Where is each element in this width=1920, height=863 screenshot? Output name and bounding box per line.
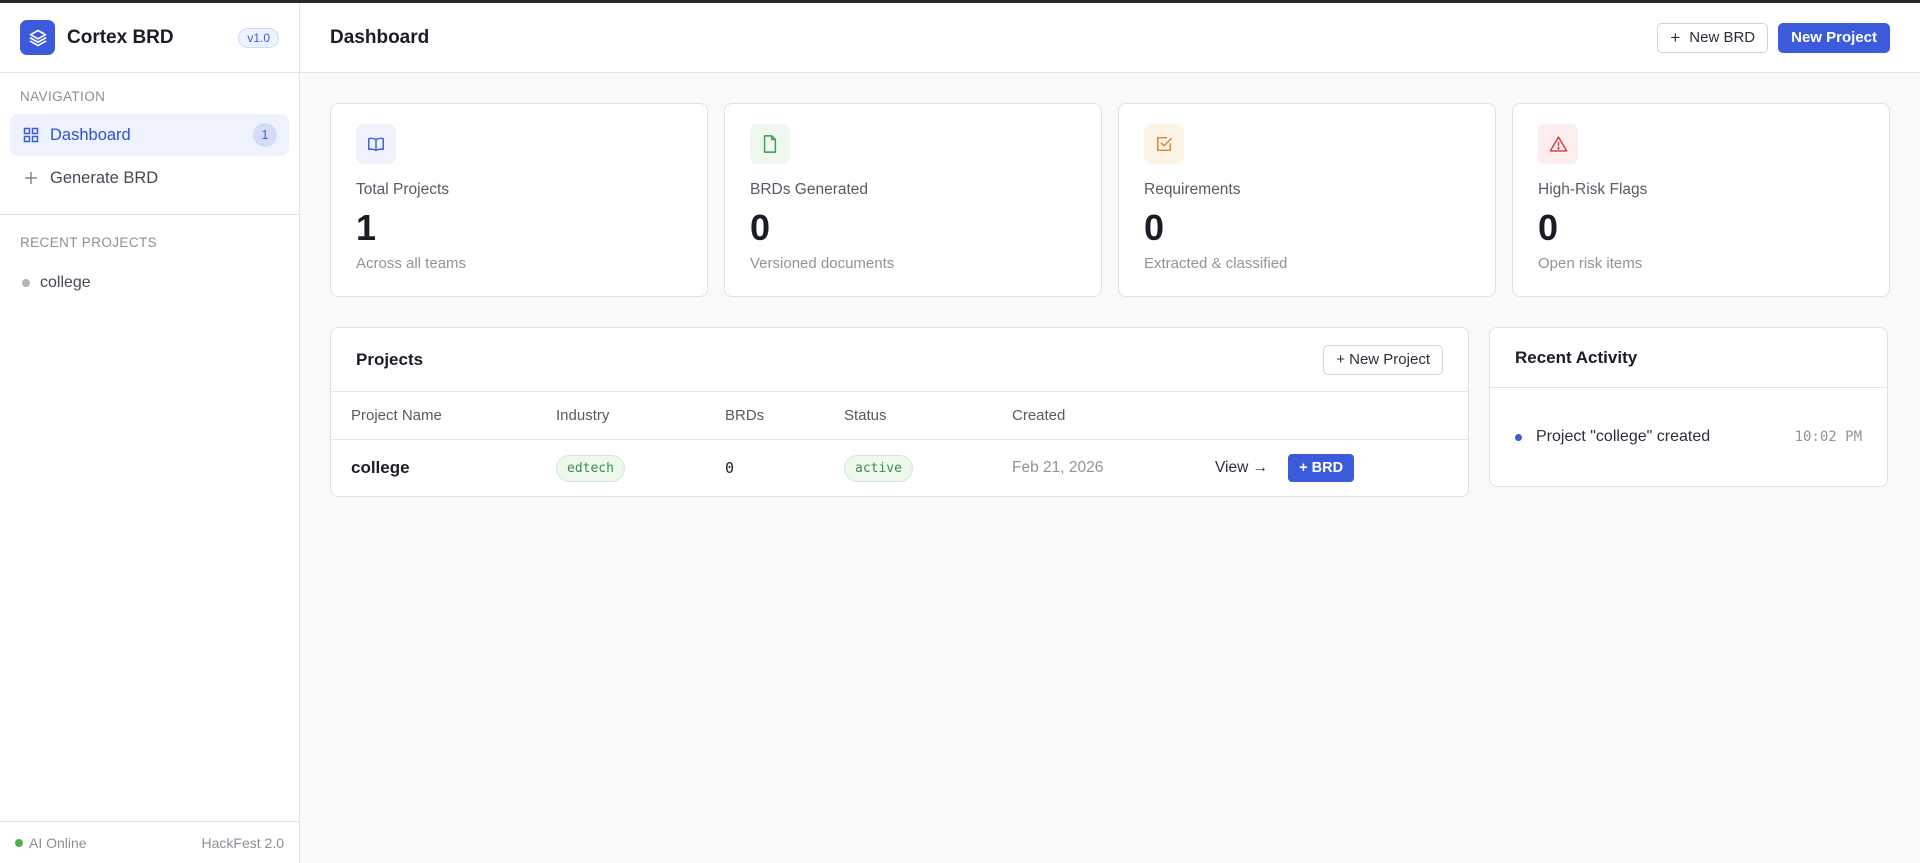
brand-header: Cortex BRD v1.0 xyxy=(0,3,299,73)
stat-label: BRDs Generated xyxy=(750,181,869,198)
view-project-link[interactable]: View → xyxy=(1215,459,1268,477)
recent-project-item[interactable]: college xyxy=(10,268,289,298)
new-brd-button[interactable]: + New BRD xyxy=(1657,22,1769,53)
stat-subtitle: Across all teams xyxy=(356,255,467,272)
nav-item-generate-brd[interactable]: Generate BRD xyxy=(10,157,289,199)
stat-subtitle: Open risk items xyxy=(1538,255,1643,272)
new-brd-label: New BRD xyxy=(1689,29,1756,46)
nav-item-dashboard[interactable]: Dashboard 1 xyxy=(10,114,289,156)
industry-cell: edtech xyxy=(556,454,725,482)
nav-item-label: Dashboard xyxy=(50,125,131,144)
stat-card-requirements: Requirements 0 Extracted & classified xyxy=(1118,103,1496,297)
navigation-title: NAVIGATION xyxy=(20,89,106,104)
column-header: Project Name xyxy=(351,407,442,424)
column-header: Industry xyxy=(556,407,610,424)
sidebar-footer: AI Online HackFest 2.0 xyxy=(0,821,299,863)
stat-label: Total Projects xyxy=(356,181,450,198)
main-area: Dashboard + New BRD New Project Total Pr… xyxy=(300,3,1920,863)
stat-value: 0 xyxy=(1538,207,1559,248)
layers-logo-icon[interactable] xyxy=(20,20,55,55)
projects-title: Projects xyxy=(356,349,424,369)
recent-project-name: college xyxy=(40,274,91,291)
table-row[interactable]: college edtech 0 active Feb 21, 2026 Vie… xyxy=(331,440,1468,496)
column-header: BRDs xyxy=(725,407,765,424)
version-badge: v1.0 xyxy=(238,27,279,48)
warning-icon xyxy=(1538,124,1578,164)
stat-card-brds-generated: BRDs Generated 0 Versioned documents xyxy=(724,103,1102,297)
activity-text: Project "college" created xyxy=(1536,428,1711,445)
activity-title: Recent Activity xyxy=(1515,347,1638,367)
projects-table-header: Project Name Industry BRDs Status Create… xyxy=(331,392,1468,440)
new-project-button[interactable]: New Project xyxy=(1778,22,1890,53)
stat-value: 1 xyxy=(356,207,377,248)
dashboard-content: Total Projects 1 Across all teams BRDs G… xyxy=(300,73,1920,497)
topbar: Dashboard + New BRD New Project xyxy=(300,3,1920,73)
plus-icon xyxy=(22,169,40,187)
stat-subtitle: Versioned documents xyxy=(750,255,895,272)
ai-status-label: AI Online xyxy=(29,834,87,851)
projects-card: Projects + New Project Project Name Indu… xyxy=(330,327,1469,497)
dashboard-count-badge: 1 xyxy=(253,123,277,147)
column-header: Status xyxy=(844,407,887,424)
activity-header: Recent Activity xyxy=(1490,328,1887,388)
actions-cell: View → + BRD xyxy=(1215,454,1468,482)
stat-card-high-risk-flags: High-Risk Flags 0 Open risk items xyxy=(1512,103,1890,297)
event-label: HackFest 2.0 xyxy=(201,834,284,851)
activity-dot-icon xyxy=(1515,433,1522,441)
stat-card-total-projects: Total Projects 1 Across all teams xyxy=(330,103,708,297)
stat-subtitle: Extracted & classified xyxy=(1144,255,1288,272)
stat-value: 0 xyxy=(1144,207,1165,248)
online-status-dot-icon xyxy=(15,838,23,847)
brand-name: Cortex BRD xyxy=(67,26,174,48)
recent-activity-card: Recent Activity Project "college" create… xyxy=(1489,327,1888,487)
ai-status: AI Online xyxy=(15,835,87,851)
lower-panels: Projects + New Project Project Name Indu… xyxy=(330,327,1890,497)
nav-item-label: Generate BRD xyxy=(50,168,159,187)
page-title: Dashboard xyxy=(330,26,430,48)
column-header: Created xyxy=(1012,407,1066,424)
created-cell: Feb 21, 2026 xyxy=(1012,459,1104,476)
project-dot-icon xyxy=(22,279,30,287)
checkbox-icon xyxy=(1144,124,1184,164)
activity-item: Project "college" created 10:02 PM xyxy=(1490,388,1887,486)
projects-header: Projects + New Project xyxy=(331,328,1468,392)
recent-projects-section: RECENT PROJECTS college xyxy=(0,215,299,318)
stat-label: High-Risk Flags xyxy=(1538,181,1648,198)
grid-icon xyxy=(22,126,40,144)
industry-pill: edtech xyxy=(556,454,625,482)
stats-row: Total Projects 1 Across all teams BRDs G… xyxy=(330,103,1890,297)
recent-projects-title: RECENT PROJECTS xyxy=(20,235,158,250)
plus-icon: + xyxy=(1670,27,1681,47)
book-icon xyxy=(356,124,396,164)
sidebar: Cortex BRD v1.0 NAVIGATION Dashboard 1 G… xyxy=(0,3,300,863)
status-badge: active xyxy=(844,454,913,482)
stat-value: 0 xyxy=(750,207,771,248)
stat-label: Requirements xyxy=(1144,181,1241,198)
activity-time: 10:02 PM xyxy=(1794,429,1862,445)
app-shell: Cortex BRD v1.0 NAVIGATION Dashboard 1 G… xyxy=(0,3,1920,863)
new-project-small-button[interactable]: + New Project xyxy=(1323,344,1443,375)
file-icon xyxy=(750,124,790,164)
navigation-section: NAVIGATION Dashboard 1 Generate BRD xyxy=(0,73,299,215)
status-cell: active xyxy=(844,454,1012,482)
project-name-cell: college xyxy=(351,458,410,477)
brds-cell: 0 xyxy=(725,459,735,477)
add-brd-button[interactable]: + BRD xyxy=(1288,454,1355,482)
